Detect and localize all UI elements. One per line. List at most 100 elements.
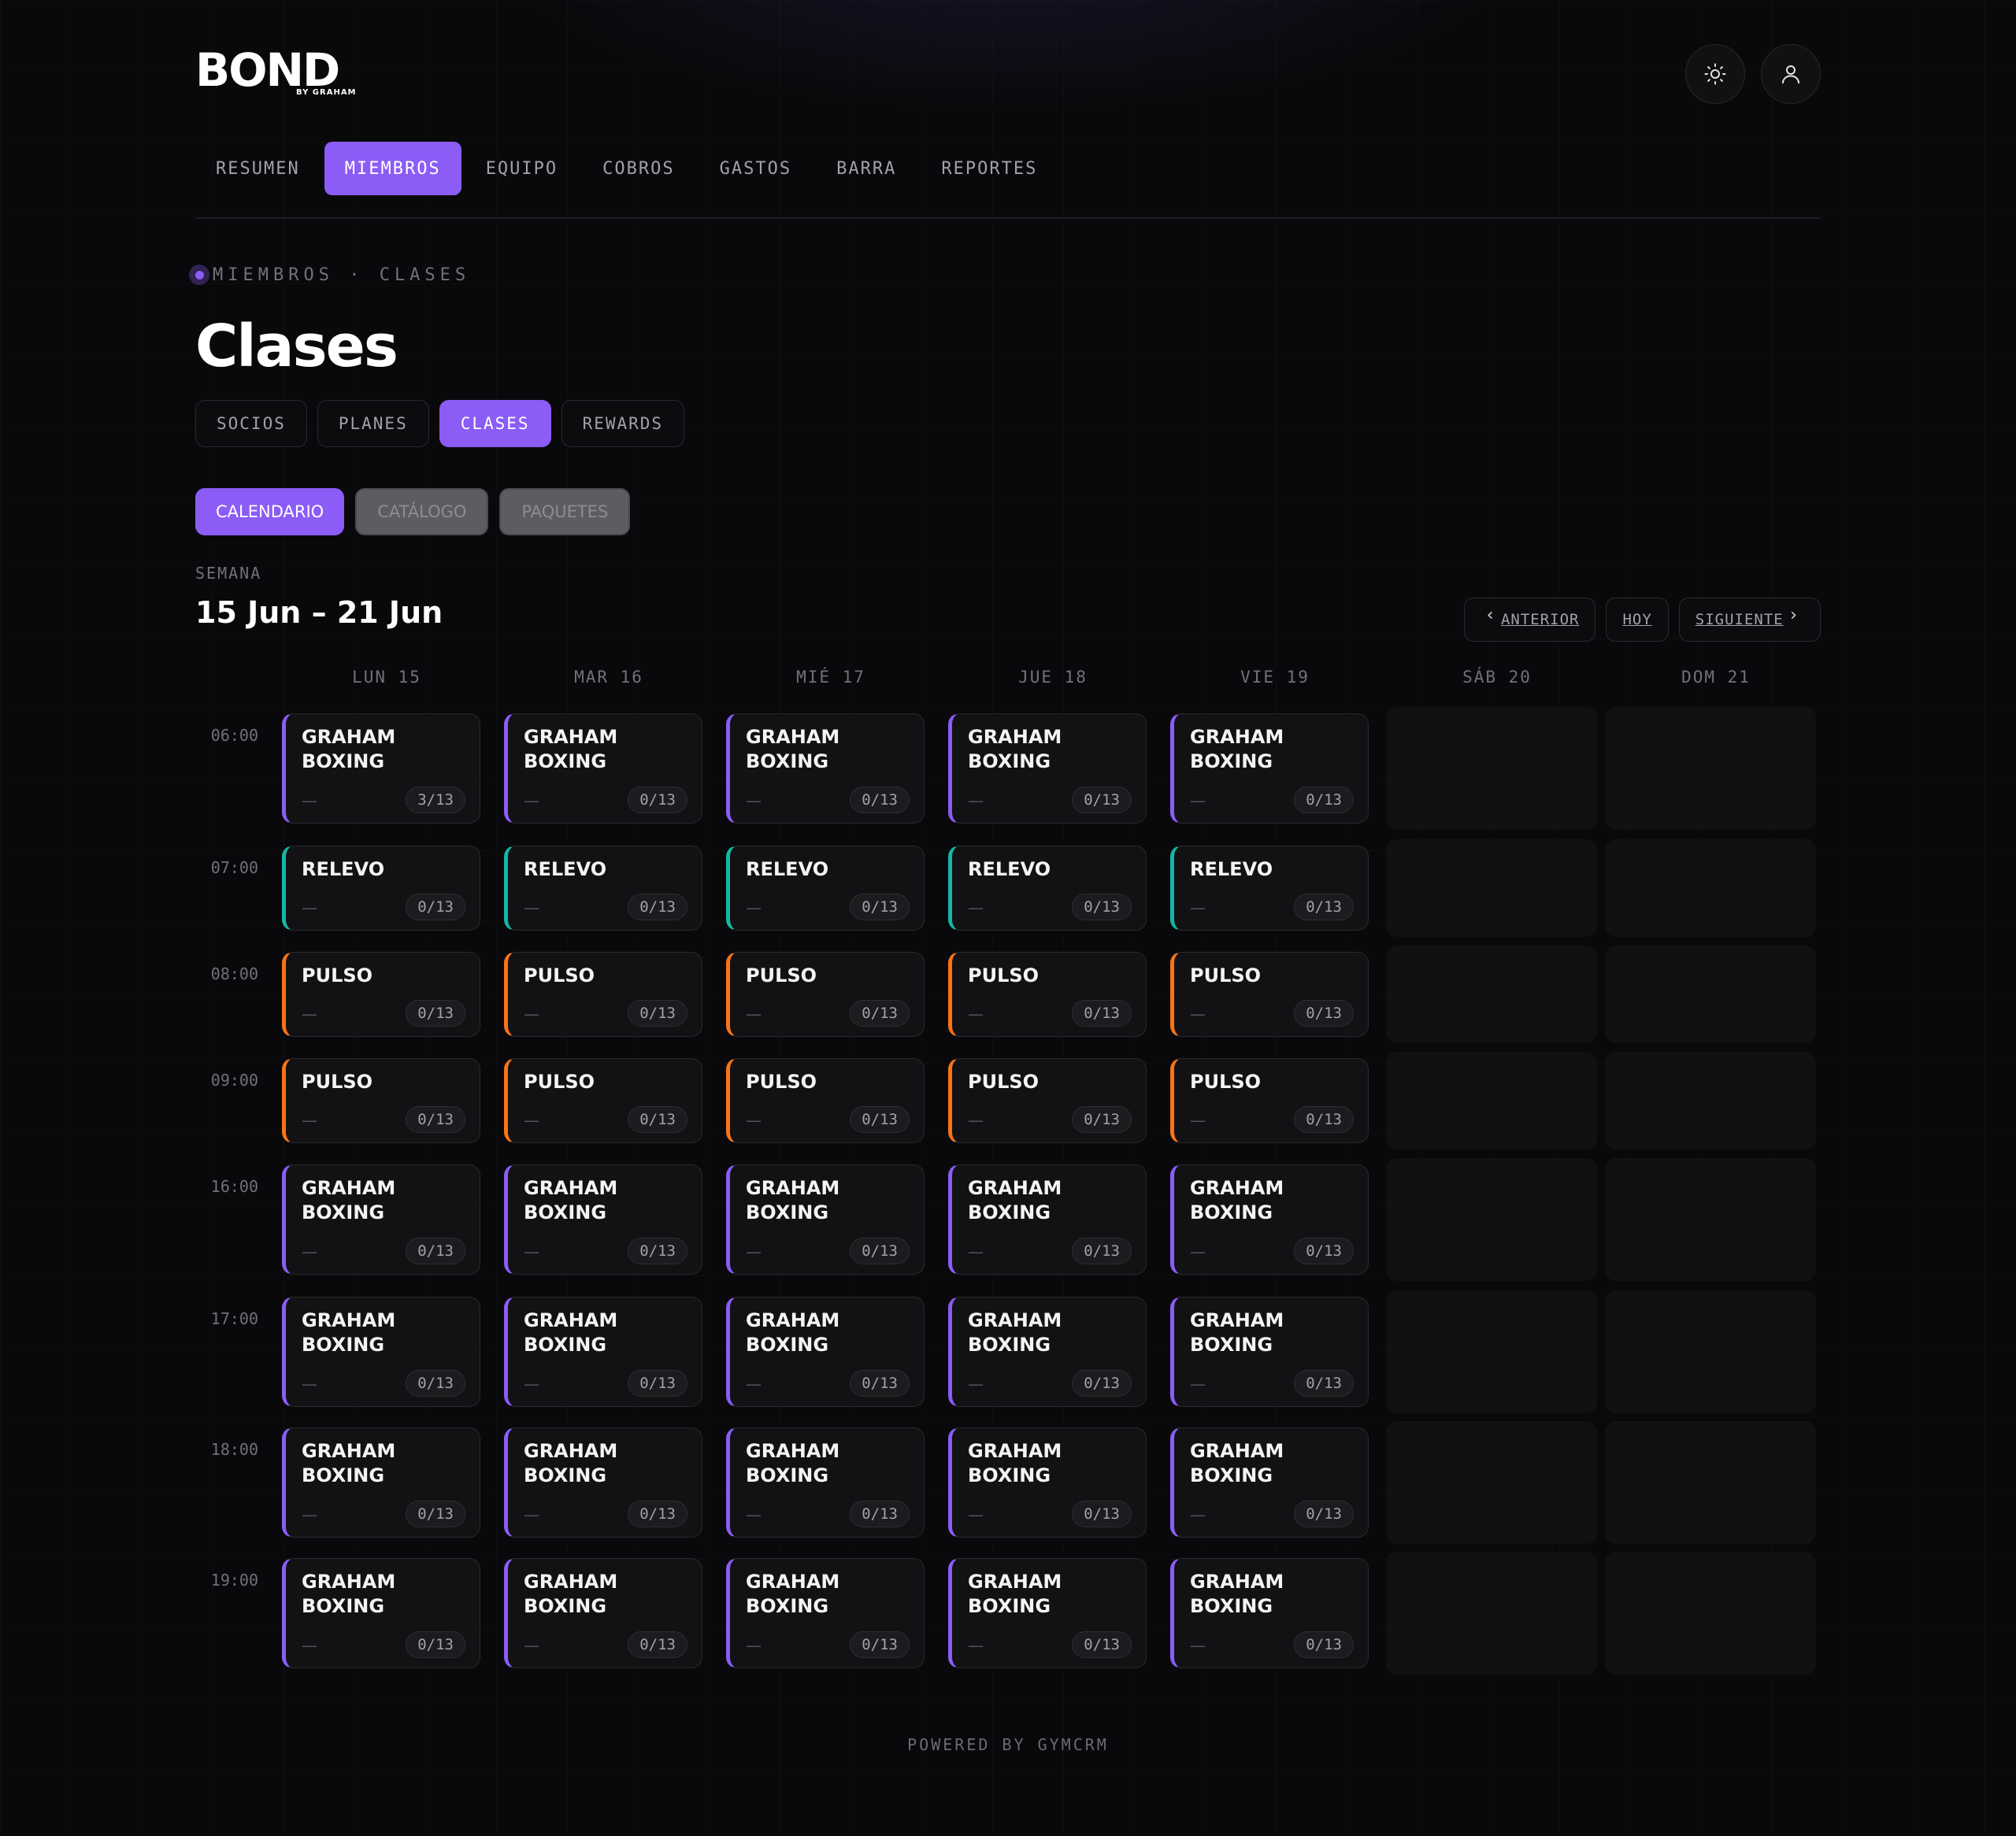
class-capacity-badge: 0/13 [628,787,687,813]
class-card[interactable]: PULSO — 0/13 [282,952,480,1037]
class-name: PULSO [302,964,373,986]
nav-item-equipo[interactable]: EQUIPO [465,142,578,195]
empty-slot[interactable] [1386,839,1597,937]
today-button[interactable]: HOY [1606,598,1669,642]
class-card[interactable]: GRAHAM BOXING — 0/13 [726,1558,925,1668]
class-card[interactable]: GRAHAM BOXING — 0/13 [948,1427,1147,1538]
view-tab-paquetes[interactable]: PAQUETES [499,488,631,535]
class-name: GRAHAM BOXING [302,1177,396,1223]
class-card[interactable]: PULSO — 0/13 [504,952,702,1037]
class-card[interactable]: GRAHAM BOXING — 0/13 [726,713,925,824]
class-instructor: — [524,1375,539,1394]
class-card[interactable]: GRAHAM BOXING — 0/13 [504,1164,702,1275]
tab-planes[interactable]: PLANES [317,400,429,447]
theme-toggle-button[interactable] [1685,44,1745,104]
class-card[interactable]: PULSO — 0/13 [504,1058,702,1143]
class-instructor: — [302,1636,317,1655]
class-card[interactable]: PULSO — 0/13 [282,1058,480,1143]
class-capacity-badge: 0/13 [628,1631,687,1658]
empty-slot[interactable] [1605,839,1816,937]
class-card[interactable]: RELEVO — 0/13 [948,846,1147,931]
class-card[interactable]: GRAHAM BOXING — 3/13 [282,713,480,824]
class-name: PULSO [524,1071,595,1093]
class-card[interactable]: PULSO — 0/13 [1170,1058,1369,1143]
class-instructor: — [524,1636,539,1655]
class-card[interactable]: GRAHAM BOXING — 0/13 [1170,1427,1369,1538]
view-tab-catalogo[interactable]: CATÁLOGO [355,488,489,535]
view-tab-calendario[interactable]: CALENDARIO [195,488,345,535]
class-card[interactable]: GRAHAM BOXING — 0/13 [1170,1164,1369,1275]
empty-slot[interactable] [1386,946,1597,1043]
empty-slot[interactable] [1605,707,1816,830]
class-card[interactable]: GRAHAM BOXING — 0/13 [282,1427,480,1538]
user-menu-button[interactable] [1761,44,1821,104]
class-instructor: — [524,898,539,917]
class-card[interactable]: GRAHAM BOXING — 0/13 [1170,1558,1369,1668]
footer-powered-by: POWERED BY GYMCRM [907,1735,1109,1754]
empty-slot[interactable] [1386,1052,1597,1149]
empty-slot[interactable] [1386,707,1597,830]
empty-slot[interactable] [1605,1290,1816,1413]
class-capacity-badge: 0/13 [628,1238,687,1264]
tab-socios[interactable]: SOCIOS [195,400,307,447]
chevron-left-icon: ‹ [1484,605,1496,625]
class-card[interactable]: RELEVO — 0/13 [726,846,925,931]
class-name: RELEVO [1190,858,1273,880]
class-card[interactable]: GRAHAM BOXING — 0/13 [948,1297,1147,1407]
nav-item-resumen[interactable]: RESUMEN [195,142,321,195]
empty-slot[interactable] [1386,1158,1597,1281]
class-card[interactable]: GRAHAM BOXING — 0/13 [504,1297,702,1407]
empty-slot[interactable] [1605,1052,1816,1149]
class-card[interactable]: GRAHAM BOXING — 0/13 [948,1164,1147,1275]
class-card[interactable]: RELEVO — 0/13 [1170,846,1369,931]
class-card[interactable]: GRAHAM BOXING — 0/13 [504,1558,702,1668]
class-card[interactable]: GRAHAM BOXING — 0/13 [504,713,702,824]
nav-item-gastos[interactable]: GASTOS [699,142,812,195]
class-card[interactable]: GRAHAM BOXING — 0/13 [1170,713,1369,824]
brand-sub: BY GRAHAM [296,88,357,97]
class-card[interactable]: PULSO — 0/13 [726,1058,925,1143]
class-card[interactable]: RELEVO — 0/13 [504,846,702,931]
empty-slot[interactable] [1605,1421,1816,1544]
previous-week-button[interactable]: ‹ ANTERIOR [1463,598,1596,642]
brand-logo[interactable]: BOND BY GRAHAM [195,47,361,98]
class-name: GRAHAM BOXING [302,1440,396,1486]
class-card[interactable]: PULSO — 0/13 [948,952,1147,1037]
empty-slot[interactable] [1386,1290,1597,1413]
empty-slot[interactable] [1605,1552,1816,1675]
class-card[interactable]: PULSO — 0/13 [948,1058,1147,1143]
empty-slot[interactable] [1605,946,1816,1043]
class-card[interactable]: GRAHAM BOXING — 0/13 [282,1297,480,1407]
class-capacity-badge: 0/13 [1072,1501,1132,1527]
class-card[interactable]: GRAHAM BOXING — 0/13 [282,1164,480,1275]
empty-slot[interactable] [1386,1421,1597,1544]
class-card[interactable]: PULSO — 0/13 [1170,952,1369,1037]
nav-item-miembros[interactable]: MIEMBROS [324,142,461,195]
class-card[interactable]: GRAHAM BOXING — 0/13 [504,1427,702,1538]
main-nav: RESUMEN MIEMBROS EQUIPO COBROS GASTOS BARRA RE… [195,142,1062,195]
class-card[interactable]: RELEVO — 0/13 [282,846,480,931]
class-name: GRAHAM BOXING [302,726,396,772]
nav-item-barra[interactable]: BARRA [816,142,917,195]
class-card[interactable]: GRAHAM BOXING — 0/13 [726,1427,925,1538]
class-instructor: — [746,1505,762,1524]
tab-clases[interactable]: CLASES [439,400,551,447]
class-instructor: — [302,1005,317,1023]
class-card[interactable]: GRAHAM BOXING — 0/13 [282,1558,480,1668]
nav-item-reportes[interactable]: REPORTES [921,142,1058,195]
nav-item-cobros[interactable]: COBROS [582,142,695,195]
time-label: 06:00 [210,726,258,745]
empty-slot[interactable] [1605,1158,1816,1281]
next-week-button[interactable]: SIGUIENTE › [1678,598,1821,642]
class-name: PULSO [968,1071,1040,1093]
class-card[interactable]: GRAHAM BOXING — 0/13 [1170,1297,1369,1407]
class-card[interactable]: GRAHAM BOXING — 0/13 [948,713,1147,824]
class-card[interactable]: GRAHAM BOXING — 0/13 [948,1558,1147,1668]
class-card[interactable]: PULSO — 0/13 [726,952,925,1037]
empty-slot[interactable] [1386,1552,1597,1675]
tab-rewards[interactable]: REWARDS [561,400,685,447]
class-card[interactable]: GRAHAM BOXING — 0/13 [726,1297,925,1407]
class-card[interactable]: GRAHAM BOXING — 0/13 [726,1164,925,1275]
class-instructor: — [968,1242,984,1261]
next-week-label: SIGUIENTE [1695,611,1784,628]
